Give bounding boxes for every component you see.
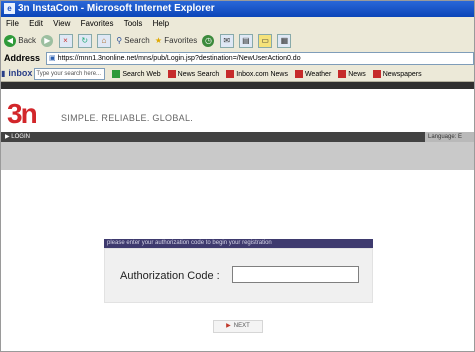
forward-button[interactable]: ▶ bbox=[41, 34, 54, 48]
browser-window: e 3n InstaCom - Microsoft Internet Explor… bbox=[0, 0, 475, 352]
auth-form-panel: Authorization Code : bbox=[104, 248, 373, 303]
address-bar: Address ▣ https://mnn1.3nonline.net/mns/… bbox=[1, 51, 474, 65]
inbox-news-icon bbox=[226, 70, 235, 79]
site-header: 3n SIMPLE. RELIABLE. GLOBAL. bbox=[1, 89, 474, 132]
news-search-label: News Search bbox=[177, 71, 220, 78]
page-icon: ▣ bbox=[49, 55, 56, 62]
menu-view[interactable]: View bbox=[53, 19, 70, 28]
search-web-link[interactable]: Search Web bbox=[112, 67, 161, 81]
news-label: News bbox=[348, 71, 366, 78]
menu-bar: File Edit View Favorites Tools Help bbox=[1, 17, 474, 31]
search-web-icon bbox=[112, 70, 121, 79]
refresh-icon: ↻ bbox=[77, 33, 92, 48]
header-grey-band bbox=[1, 142, 474, 170]
inbox-logo-icon: ▮ bbox=[1, 69, 6, 78]
stop-button[interactable]: × bbox=[58, 33, 73, 48]
mail-icon: ✉ bbox=[219, 33, 234, 48]
next-arrow-icon: ▶ bbox=[226, 323, 231, 329]
weather-link[interactable]: Weather bbox=[294, 67, 332, 81]
menu-edit[interactable]: Edit bbox=[29, 19, 43, 28]
print-button[interactable]: ▤ bbox=[238, 33, 253, 48]
menu-tools[interactable]: Tools bbox=[124, 19, 143, 28]
search-button[interactable]: ⚲ Search bbox=[116, 34, 149, 48]
toolbar-search-input[interactable]: Type your search here... bbox=[34, 68, 106, 81]
site-logo[interactable]: 3n bbox=[7, 99, 38, 129]
site-nav-bar: ▶ LOGIN Language: E bbox=[1, 132, 474, 142]
login-label: LOGIN bbox=[11, 134, 30, 140]
address-field[interactable]: ▣ https://mnn1.3nonline.net/mns/pub/Logi… bbox=[46, 52, 474, 65]
weather-icon bbox=[294, 70, 303, 79]
site-slogan: SIMPLE. RELIABLE. GLOBAL. bbox=[61, 113, 194, 123]
back-label: Back bbox=[18, 35, 37, 45]
links-toolbar: ▮ inbox Type your search here... Search W… bbox=[1, 65, 474, 82]
menu-file[interactable]: File bbox=[6, 19, 19, 28]
star-icon: ★ bbox=[154, 35, 163, 45]
address-label: Address bbox=[4, 53, 41, 63]
search-icon: ⚲ bbox=[116, 35, 123, 45]
news-link[interactable]: News bbox=[338, 67, 366, 81]
back-arrow-icon: ◀ bbox=[4, 34, 16, 47]
mail-button[interactable]: ✉ bbox=[219, 33, 234, 48]
home-button[interactable]: ⌂ bbox=[96, 33, 111, 48]
menu-help[interactable]: Help bbox=[153, 19, 169, 28]
folder-icon: ▭ bbox=[258, 33, 273, 48]
next-label: NEXT bbox=[233, 323, 250, 329]
toolbar: ◀ Back ▶ × ↻ ⌂ ⚲ Search ★ Favorites ◷ ✉ … bbox=[1, 31, 474, 51]
edit-button[interactable]: ▭ bbox=[258, 33, 273, 48]
news-icon bbox=[338, 70, 347, 79]
forward-arrow-icon: ▶ bbox=[41, 34, 54, 47]
inbox-news-label: Inbox.com News bbox=[236, 71, 288, 78]
newspapers-link[interactable]: Newspapers bbox=[372, 67, 422, 81]
discuss-icon: ▦ bbox=[277, 33, 292, 48]
login-link[interactable]: ▶ LOGIN bbox=[5, 132, 30, 142]
inbox-news-link[interactable]: Inbox.com News bbox=[226, 67, 288, 81]
newspapers-icon bbox=[372, 70, 381, 79]
refresh-button[interactable]: ↻ bbox=[77, 33, 92, 48]
auth-code-label: Authorization Code : bbox=[120, 270, 220, 282]
favorites-label: Favorites bbox=[164, 35, 198, 45]
stop-icon: × bbox=[58, 33, 73, 48]
discuss-button[interactable]: ▦ bbox=[277, 33, 292, 48]
registration-instruction: please enter your authorization code to … bbox=[104, 239, 373, 248]
history-icon: ◷ bbox=[202, 34, 215, 47]
weather-label: Weather bbox=[304, 71, 332, 78]
window-title: 3n InstaCom - Microsoft Internet Explore… bbox=[18, 3, 215, 14]
search-label: Search bbox=[124, 35, 150, 45]
ie-icon: e bbox=[4, 3, 15, 14]
favorites-button[interactable]: ★ Favorites bbox=[155, 34, 197, 48]
title-bar: e 3n InstaCom - Microsoft Internet Explor… bbox=[1, 1, 474, 17]
back-button[interactable]: ◀ Back bbox=[4, 34, 36, 48]
next-button[interactable]: ▶ NEXT bbox=[213, 320, 263, 333]
newspapers-label: Newspapers bbox=[382, 71, 422, 78]
page-content: 3n SIMPLE. RELIABLE. GLOBAL. ▶ LOGIN Lan… bbox=[1, 82, 474, 351]
auth-code-input[interactable] bbox=[232, 266, 359, 283]
site-top-band bbox=[1, 82, 474, 89]
language-selector[interactable]: Language: E bbox=[425, 132, 474, 142]
home-icon: ⌂ bbox=[96, 33, 111, 48]
news-search-link[interactable]: News Search bbox=[167, 67, 220, 81]
address-url: https://mnn1.3nonline.net/mns/pub/Login.… bbox=[57, 55, 301, 62]
history-button[interactable]: ◷ bbox=[202, 34, 215, 48]
menu-favorites[interactable]: Favorites bbox=[81, 19, 114, 28]
inbox-logo[interactable]: inbox bbox=[8, 68, 32, 78]
search-web-label: Search Web bbox=[122, 71, 161, 78]
news-search-icon bbox=[167, 70, 176, 79]
print-icon: ▤ bbox=[238, 33, 253, 48]
